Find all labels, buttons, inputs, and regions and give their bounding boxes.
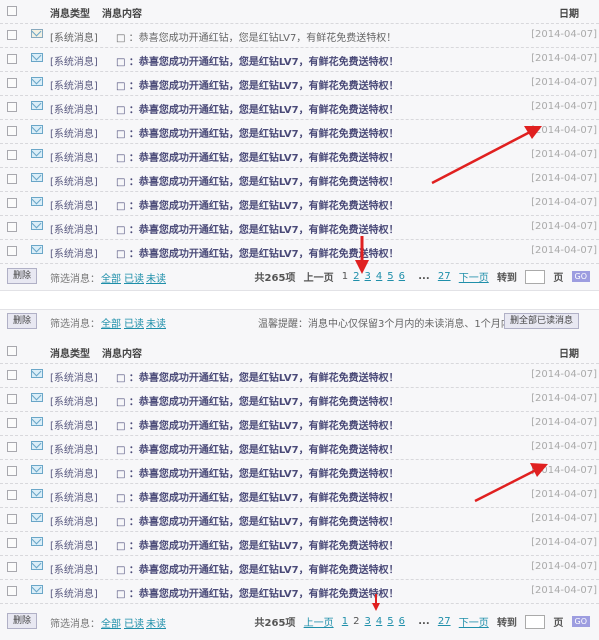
arrow-to-date-2	[474, 463, 548, 503]
arrow-to-page-1	[355, 236, 369, 274]
annotation-arrows	[355, 126, 548, 611]
arrow-to-page-2	[372, 594, 380, 611]
arrow-to-date-1	[431, 126, 542, 185]
